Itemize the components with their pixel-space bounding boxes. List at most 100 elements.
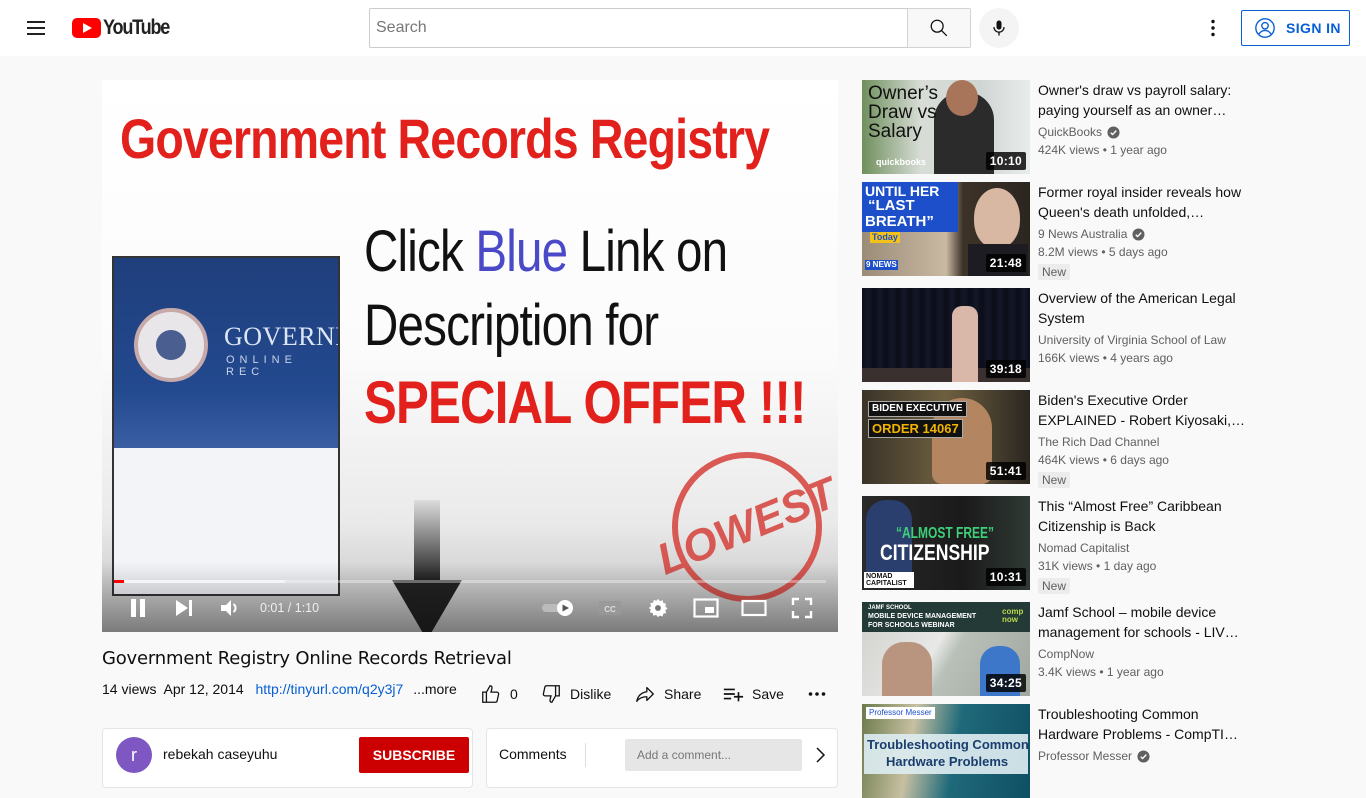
progress-bar[interactable] <box>114 580 826 583</box>
new-badge: New <box>1038 264 1071 280</box>
divider <box>585 743 586 767</box>
thumb-text: Hardware Problems <box>886 754 1009 769</box>
video-thumbnail[interactable]: “ALMOST FREE” CITIZENSHIP NOMAD CAPITALI… <box>862 496 1030 590</box>
comment-input[interactable] <box>625 739 802 771</box>
thumb-text: Salary <box>868 121 922 142</box>
gear-icon <box>648 598 668 618</box>
verified-icon <box>1132 227 1145 241</box>
seal-icon <box>134 308 208 382</box>
search-input[interactable] <box>370 9 908 47</box>
thumb-text: Troubleshooting Common <box>867 737 1029 752</box>
thumb-text: ORDER 14067 <box>868 419 963 438</box>
channel-name[interactable]: Professor Messer <box>1038 749 1150 763</box>
recommended-video[interactable]: 39:18 Overview of the American Legal Sys… <box>862 288 1252 382</box>
dislike-button[interactable]: Dislike <box>540 682 611 706</box>
video-title[interactable]: Troubleshooting Common Hardware Problems… <box>1038 704 1246 744</box>
video-title[interactable]: Overview of the American Legal System <box>1038 288 1246 328</box>
video-stats: 464K views • 6 days ago <box>1038 453 1169 467</box>
masthead: YouTube SIGN IN <box>0 0 1366 56</box>
duration-badge: 39:18 <box>985 360 1026 378</box>
video-frame: Government Records Registry Click Blue L… <box>102 80 838 632</box>
site-title: GOVERNM <box>224 322 338 351</box>
captions-button[interactable]: CC <box>596 592 624 624</box>
recommended-video[interactable]: Owner’s Draw vs Salary quickbooks 10:10 … <box>862 80 1252 174</box>
recommended-video[interactable]: “ALMOST FREE” CITIZENSHIP NOMAD CAPITALI… <box>862 496 1252 594</box>
chevron-right-icon[interactable] <box>813 743 827 767</box>
channel-label: QuickBooks <box>1038 125 1103 139</box>
thumb-face <box>946 80 978 116</box>
frame-text: Link on <box>567 219 728 284</box>
thumb-text: Professor Messer <box>866 707 935 719</box>
video-thumbnail[interactable]: 39:18 <box>862 288 1030 382</box>
recommended-video[interactable]: UNTIL HER “LAST BREATH” Today 9 NEWS 21:… <box>862 182 1252 280</box>
thumb-text: 9 NEWS <box>865 260 898 270</box>
next-icon <box>176 600 192 616</box>
video-actions: 0 Dislike Share Save <box>0 682 840 706</box>
channel-name[interactable]: The Rich Dad Channel <box>1038 435 1159 449</box>
settings-more-button[interactable] <box>1197 12 1229 44</box>
fullscreen-button[interactable] <box>788 592 816 624</box>
sign-in-button[interactable]: SIGN IN <box>1241 10 1350 46</box>
video-title[interactable]: This “Almost Free” Caribbean Citizenship… <box>1038 496 1246 536</box>
menu-button[interactable] <box>20 12 52 44</box>
view-count: 31K views <box>1038 559 1093 573</box>
more-actions-button[interactable] <box>808 682 834 706</box>
channel-label: CompNow <box>1038 647 1095 661</box>
video-title[interactable]: Jamf School – mobile device management f… <box>1038 602 1246 642</box>
voice-search-button[interactable] <box>979 8 1019 48</box>
progress-buffered <box>114 580 285 583</box>
video-player[interactable]: Government Records Registry Click Blue L… <box>102 80 838 632</box>
miniplayer-button[interactable] <box>692 592 720 624</box>
channel-name[interactable]: CompNow <box>1038 647 1094 661</box>
save-button[interactable]: Save <box>722 682 784 706</box>
share-button[interactable]: Share <box>634 682 701 706</box>
recommended-video[interactable]: Professor Messer Troubleshooting Common … <box>862 704 1252 798</box>
thumb-person <box>882 642 932 696</box>
video-thumbnail[interactable]: BIDEN EXECUTIVE ORDER 14067 51:41 <box>862 390 1030 484</box>
thumb-text: CITIZENSHIP <box>880 540 990 565</box>
search-button[interactable] <box>907 8 971 48</box>
frame-text-blue: Blue <box>475 219 568 284</box>
autoplay-toggle[interactable] <box>538 592 578 624</box>
new-badge: New <box>1038 578 1071 594</box>
channel-name[interactable]: QuickBooks <box>1038 125 1120 139</box>
frame-website-screenshot: GOVERNM ONLINE REC <box>112 256 340 596</box>
video-thumbnail[interactable]: JAMF SCHOOL MOBILE DEVICE MANAGEMENT FOR… <box>862 602 1030 696</box>
svg-text:CC: CC <box>604 605 616 614</box>
comments-card[interactable]: Comments <box>486 728 838 788</box>
search-box <box>369 8 908 48</box>
upload-age: 1 year ago <box>1110 143 1167 157</box>
next-button[interactable] <box>170 592 198 624</box>
settings-button[interactable] <box>644 592 672 624</box>
upload-age: 1 day ago <box>1103 559 1157 573</box>
youtube-logo[interactable]: YouTube <box>72 16 180 39</box>
video-thumbnail[interactable]: Professor Messer Troubleshooting Common … <box>862 704 1030 798</box>
video-title[interactable]: Owner's draw vs payroll salary: paying y… <box>1038 80 1246 120</box>
separator: • <box>1102 453 1107 467</box>
upload-age: 1 year ago <box>1106 665 1164 679</box>
video-thumbnail[interactable]: UNTIL HER “LAST BREATH” Today 9 NEWS 21:… <box>862 182 1030 276</box>
frame-line-3: SPECIAL OFFER !!! <box>364 369 806 436</box>
channel-label: University of Virginia School of Law <box>1038 333 1226 347</box>
like-button[interactable]: 0 <box>480 682 518 706</box>
channel-name[interactable]: 9 News Australia <box>1038 227 1145 241</box>
video-title[interactable]: Biden's Executive Order EXPLAINED - Robe… <box>1038 390 1246 430</box>
pause-button[interactable] <box>124 592 152 624</box>
duration-badge: 10:10 <box>985 152 1026 170</box>
thumb-text: FOR SCHOOLS WEBINAR <box>868 622 955 629</box>
video-thumbnail[interactable]: Owner’s Draw vs Salary quickbooks 10:10 <box>862 80 1030 174</box>
mute-button[interactable] <box>216 592 244 624</box>
site-subtitle: ONLINE REC <box>226 354 297 378</box>
view-count: 166K views <box>1038 351 1100 365</box>
video-title: Government Registry Online Records Retri… <box>102 648 512 669</box>
duration-badge: 21:48 <box>985 254 1026 272</box>
video-stats: 166K views • 4 years ago <box>1038 351 1173 365</box>
video-title[interactable]: Former royal insider reveals how Queen's… <box>1038 182 1246 222</box>
channel-name[interactable]: Nomad Capitalist <box>1038 541 1129 555</box>
video-stats: 31K views • 1 day ago <box>1038 559 1156 573</box>
channel-name[interactable]: University of Virginia School of Law <box>1038 333 1226 347</box>
channel-name[interactable]: rebekah caseyuhu <box>163 746 277 762</box>
theater-mode-button[interactable] <box>740 592 768 624</box>
recommended-video[interactable]: BIDEN EXECUTIVE ORDER 14067 51:41 Biden'… <box>862 390 1252 488</box>
recommended-video[interactable]: JAMF SCHOOL MOBILE DEVICE MANAGEMENT FOR… <box>862 602 1252 696</box>
